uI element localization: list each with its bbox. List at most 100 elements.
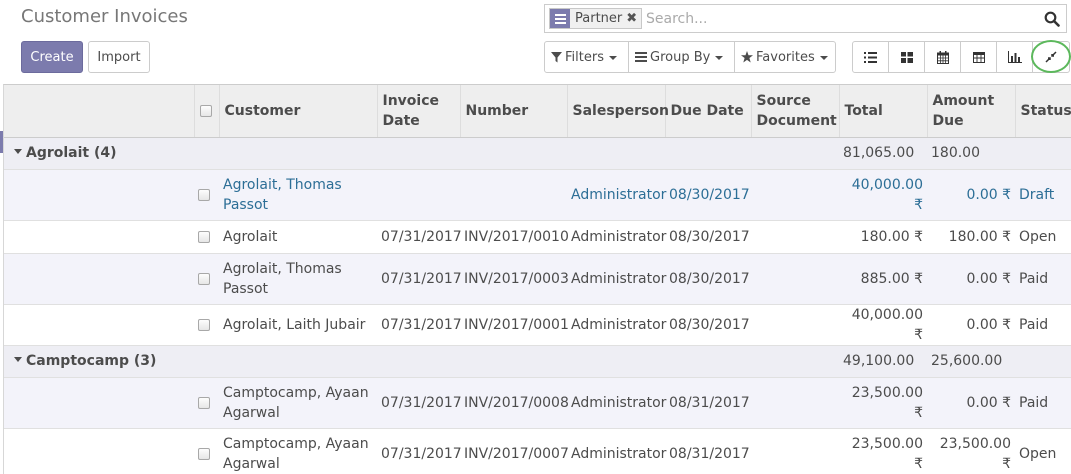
scroll-indicator: [0, 131, 3, 153]
search-icon[interactable]: [1044, 11, 1060, 27]
filters-dropdown[interactable]: Filters: [545, 42, 629, 72]
group-name-cell[interactable]: Camptocamp (3): [4, 345, 751, 378]
row-select-cell[interactable]: [194, 220, 219, 254]
group-name-cell[interactable]: Agrolait (4): [4, 137, 751, 170]
cell-salesperson: Administrator: [567, 304, 666, 346]
row-select-cell[interactable]: [194, 377, 219, 429]
select-all-cell[interactable]: [194, 85, 220, 138]
table-row[interactable]: Agrolait, Thomas Passot Administrator 08…: [4, 169, 1071, 221]
cell-total: 40,000.00 ₹: [839, 169, 927, 221]
row-select-cell[interactable]: [194, 304, 219, 346]
list-view-icon: [864, 51, 877, 63]
group-empty-cell: [1015, 137, 1071, 170]
column-header-due-date[interactable]: Due Date: [665, 85, 752, 138]
cell-number: [460, 169, 567, 221]
table-row[interactable]: Camptocamp, Ayaan Agarwal 07/31/2017 INV…: [4, 377, 1071, 429]
row-select-cell[interactable]: [194, 253, 219, 305]
column-header-number[interactable]: Number: [460, 85, 568, 138]
cell-status: Open: [1015, 428, 1071, 474]
favorites-label: Favorites: [756, 49, 815, 65]
cell-amount-due: 23,500.00 ₹: [927, 428, 1015, 474]
select-all-checkbox[interactable]: [199, 104, 212, 117]
column-header-salesperson[interactable]: Salesperson: [567, 85, 669, 138]
row-checkbox[interactable]: [198, 447, 210, 460]
cell-source-document: [751, 377, 839, 429]
column-header-source-document[interactable]: Source Document: [751, 85, 840, 138]
cell-source-document: [751, 304, 839, 346]
list-view-button[interactable]: [853, 42, 889, 72]
cell-amount-due: 0.00 ₹: [927, 304, 1015, 346]
cell-number: INV/2017/0003: [460, 253, 569, 305]
cell-source-document: [751, 428, 839, 474]
kanban-view-button[interactable]: [889, 42, 925, 72]
row-spacer: [4, 304, 194, 346]
cell-salesperson: Administrator: [567, 377, 666, 429]
cell-number: INV/2017/0001: [460, 304, 569, 346]
calendar-view-button[interactable]: [925, 42, 961, 72]
graph-view-button[interactable]: [997, 42, 1033, 72]
facet-value: Partner: [575, 11, 623, 26]
search-bar[interactable]: Partner ✖: [544, 4, 1067, 33]
row-checkbox[interactable]: [198, 396, 210, 409]
calendar-view-icon: [936, 50, 949, 64]
row-spacer: [4, 428, 194, 474]
facet-remove-icon[interactable]: ✖: [626, 11, 641, 26]
caret-down-icon: [819, 56, 828, 60]
cell-invoice-date: 07/31/2017: [377, 428, 462, 474]
table-row[interactable]: Agrolait 07/31/2017 INV/2017/0010 Admini…: [4, 220, 1071, 254]
cell-customer: Camptocamp, Ayaan Agarwal: [219, 428, 377, 474]
create-button[interactable]: Create: [21, 41, 83, 73]
table-row[interactable]: Camptocamp, Ayaan Agarwal 07/31/2017 INV…: [4, 428, 1071, 474]
group-empty-cell: [751, 345, 839, 378]
group-empty-cell: [751, 137, 839, 170]
row-checkbox[interactable]: [198, 272, 210, 285]
cell-amount-due: 180.00 ₹: [927, 220, 1015, 254]
cell-source-document: [751, 220, 839, 254]
column-header-customer[interactable]: Customer: [219, 85, 378, 138]
column-header-total[interactable]: Total: [839, 85, 928, 138]
row-checkbox[interactable]: [198, 318, 210, 331]
cell-total: 23,500.00 ₹: [839, 377, 927, 429]
row-select-cell[interactable]: [194, 169, 219, 221]
cell-invoice-date: 07/31/2017: [377, 304, 462, 346]
row-spacer: [4, 169, 194, 221]
column-header-status[interactable]: Status: [1015, 85, 1071, 138]
row-spacer: [4, 253, 194, 305]
row-select-cell[interactable]: [194, 428, 219, 474]
cell-customer: Camptocamp, Ayaan Agarwal: [219, 377, 377, 429]
filters-label: Filters: [565, 49, 604, 65]
cell-source-document: [751, 253, 839, 305]
group-name: Agrolait (4): [26, 145, 117, 161]
group-row[interactable]: Camptocamp (3) 49,100.00 25,600.00: [4, 345, 1071, 378]
cell-salesperson: Administrator: [567, 253, 666, 305]
column-header-amount-due[interactable]: Amount Due: [927, 85, 1016, 138]
table-row[interactable]: Agrolait, Thomas Passot 07/31/2017 INV/2…: [4, 253, 1071, 305]
cell-status: Open: [1015, 220, 1071, 254]
cell-number: INV/2017/0010: [460, 220, 569, 254]
import-button[interactable]: Import: [88, 41, 150, 73]
column-header-invoice-date[interactable]: Invoice Date: [377, 85, 461, 138]
view-switcher: [852, 41, 1070, 73]
cell-due-date: 08/30/2017: [665, 253, 751, 305]
cell-number: INV/2017/0007: [460, 428, 569, 474]
kanban-view-icon: [900, 51, 913, 63]
row-spacer: [4, 377, 194, 429]
expand-button[interactable]: [1033, 42, 1069, 72]
bars-icon: [635, 52, 647, 62]
row-checkbox[interactable]: [198, 230, 210, 243]
pivot-view-icon: [972, 51, 985, 63]
search-facet: Partner ✖: [549, 8, 643, 29]
favorites-dropdown[interactable]: Favorites: [735, 42, 835, 72]
cell-amount-due: 0.00 ₹: [927, 253, 1015, 305]
table-row[interactable]: Agrolait, Laith Jubair 07/31/2017 INV/20…: [4, 304, 1071, 346]
group-row[interactable]: Agrolait (4) 81,065.00 180.00: [4, 137, 1071, 170]
caret-down-icon: [14, 357, 22, 362]
group-empty-cell: [1015, 345, 1071, 378]
group-total: 49,100.00: [839, 345, 927, 378]
pivot-view-button[interactable]: [961, 42, 997, 72]
group-by-dropdown[interactable]: Group By: [629, 42, 735, 72]
cell-due-date: 08/30/2017: [665, 220, 751, 254]
search-input[interactable]: [646, 8, 1036, 30]
table-header: Customer Invoice Date Number Salesperson…: [4, 85, 1071, 138]
row-checkbox[interactable]: [198, 188, 210, 201]
